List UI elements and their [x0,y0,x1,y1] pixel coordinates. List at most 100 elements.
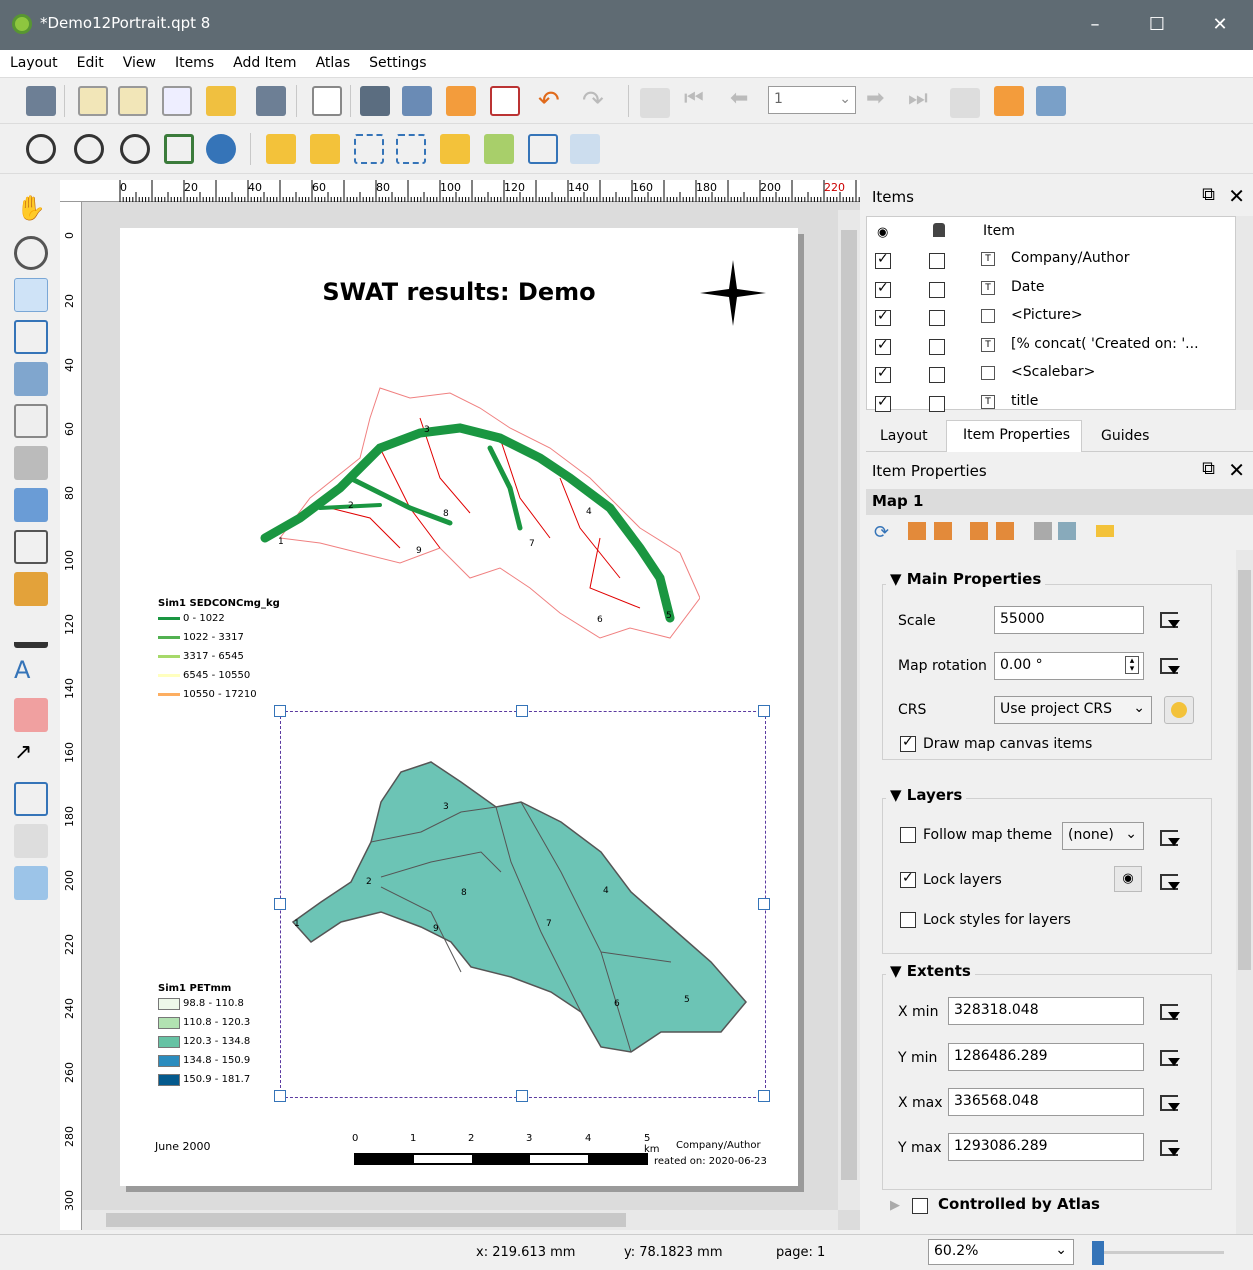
visibility-checkbox[interactable] [875,365,891,383]
add-picture-icon[interactable] [14,488,48,522]
zoom-select[interactable]: 60.2% ⌄ [928,1239,1074,1265]
resize-handle[interactable] [274,705,286,717]
menu-settings[interactable]: Settings [359,50,435,71]
lock-checkbox[interactable] [929,310,945,326]
raise-items-icon[interactable] [440,134,470,164]
distribute-items-icon[interactable] [528,134,558,164]
atlas-settings-icon[interactable] [1036,86,1066,116]
first-feature-icon[interactable]: ⏮ [684,86,704,111]
export-atlas-icon[interactable] [994,86,1024,116]
layout-page[interactable]: SWAT results: Demo 1 2 3 4 5 6 7 8 9 Sim… [120,228,798,1186]
export-pdf-icon[interactable] [490,86,520,116]
north-arrow-icon[interactable] [700,260,766,326]
item-row[interactable]: Ttitle [867,390,1235,418]
rotation-spinbox[interactable]: 0.00 ° ▴ ▾ [994,652,1144,680]
eye-icon[interactable]: ◉ [1114,866,1142,892]
set-extent-icon[interactable] [908,522,926,540]
layers-header[interactable]: ▼ Layers [886,786,967,804]
select-crs-button[interactable] [1164,696,1194,724]
visibility-checkbox[interactable] [875,337,891,355]
redo-icon[interactable]: ↷ [582,86,604,116]
close-icon[interactable]: ✕ [1228,458,1245,482]
unlock-items-icon[interactable] [310,134,340,164]
zoom-in-icon[interactable] [26,134,56,164]
date-label[interactable]: June 2000 [155,1140,210,1153]
data-defined-override-icon[interactable] [1156,870,1182,892]
float-icon[interactable]: ⧉ [1202,184,1215,205]
extents-header[interactable]: ▼ Extents [886,962,975,980]
menu-items[interactable]: Items [165,50,223,71]
align-items-icon[interactable] [484,134,514,164]
map-pet[interactable]: 1 2 3 4 5 6 7 8 9 [274,705,770,1102]
layout-manager-icon[interactable] [162,86,192,116]
xmin-input[interactable]: 328318.048 [948,997,1144,1025]
lock-checkbox[interactable] [929,395,945,412]
visibility-checkbox[interactable] [875,251,891,269]
resize-handle[interactable] [516,1090,528,1102]
item-row[interactable]: T Company/Author [867,247,1235,275]
visibility-checkbox[interactable] [875,394,891,412]
pan-icon[interactable]: ✋ [14,194,48,228]
close-icon[interactable]: ✕ [1228,184,1245,208]
data-defined-override-icon[interactable] [1156,1000,1182,1022]
zoom-full-icon[interactable] [164,134,194,164]
draw-canvas-items-checkbox[interactable] [900,734,916,752]
new-layout-icon[interactable] [78,86,108,116]
resize-items-icon[interactable] [570,134,600,164]
visibility-checkbox[interactable] [875,280,891,298]
legend-pet[interactable]: Sim1 PETmm 98.8 - 110.8 110.8 - 120.3 120.… [158,983,250,1089]
crs-select[interactable]: Use project CRS ⌄ [994,696,1152,724]
menu-atlas[interactable]: Atlas [306,50,360,71]
data-defined-override-icon[interactable] [1156,1136,1182,1158]
lock-items-icon[interactable] [266,134,296,164]
add-map-icon[interactable] [14,404,48,438]
save-template-icon[interactable] [256,86,286,116]
add-node-item-icon[interactable] [14,782,48,816]
resize-handle[interactable] [758,705,770,717]
tab-item-properties[interactable]: Item Properties [946,420,1082,452]
lock-checkbox[interactable] [929,253,945,269]
add-scalebar-icon[interactable] [14,614,48,648]
view-scale-icon[interactable] [996,522,1014,540]
resize-handle[interactable] [758,897,770,910]
data-defined-override-icon[interactable] [1156,608,1182,630]
print-icon[interactable] [360,86,390,116]
follow-theme-checkbox[interactable] [900,827,916,843]
data-defined-override-icon[interactable] [1156,1046,1182,1068]
save-icon[interactable] [26,86,56,116]
expand-arrow-icon[interactable]: ▶ [890,1198,900,1213]
resize-handle[interactable] [758,1090,770,1102]
scroll-thumb[interactable] [1238,570,1251,970]
lock-styles-checkbox[interactable] [900,912,916,928]
data-defined-override-icon[interactable] [1156,1091,1182,1113]
atlas-checkbox[interactable] [912,1198,928,1214]
menu-edit[interactable]: Edit [67,50,113,71]
duplicate-layout-icon[interactable] [118,86,148,116]
menu-view[interactable]: View [113,50,165,71]
move-content-icon[interactable] [14,320,48,354]
item-row[interactable]: T [% concat( 'Created on: '... [867,333,1235,361]
export-image-icon[interactable] [402,86,432,116]
center-feature-icon[interactable] [970,522,988,540]
open-template-icon[interactable] [206,86,236,116]
add-html-icon[interactable] [14,824,48,858]
labels-icon[interactable] [1096,525,1114,537]
resize-handle[interactable] [274,1090,286,1102]
add-legend-icon[interactable] [14,572,48,606]
zoom-actual-icon[interactable] [120,134,150,164]
map-sediment[interactable]: 1 2 3 4 5 6 7 8 9 [260,378,700,668]
next-feature-icon[interactable]: ➡ [866,86,884,111]
lock-layers-checkbox[interactable] [900,870,916,888]
menu-add-item[interactable]: Add Item [223,50,305,71]
add-3d-map-icon[interactable] [14,446,48,480]
legend-sediment[interactable]: Sim1 SEDCONCmg_kg 0 - 1022 1022 - 3317 331… [158,598,280,704]
canvas-horizontal-scrollbar[interactable] [82,1210,838,1230]
undo-icon[interactable]: ↶ [538,86,560,116]
close-button[interactable]: ✕ [1205,10,1235,40]
lock-checkbox[interactable] [929,338,945,355]
item-row[interactable]: <Scalebar> [867,361,1235,389]
items-list[interactable]: ◉ Item T Company/Author T Date <Picture> T [% … [866,216,1236,412]
item-row[interactable]: <Picture> [867,304,1235,332]
zoom-tool-icon[interactable] [14,236,48,270]
ungroup-items-icon[interactable] [396,134,426,164]
